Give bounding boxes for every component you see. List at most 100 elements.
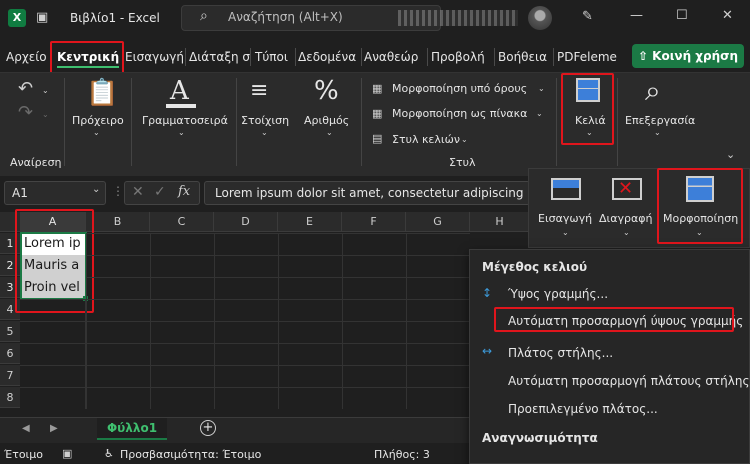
chevron-down-icon[interactable]: ⌄	[92, 184, 100, 195]
avatar[interactable]	[528, 6, 552, 30]
autofit-column-width-item[interactable]: Αυτόματη προσαρμογή πλάτους στήλης	[508, 374, 750, 388]
pen-icon[interactable]: ✎	[582, 9, 593, 24]
column-header-d[interactable]: D	[214, 212, 278, 232]
delete-x-icon: ✕	[618, 178, 634, 199]
scroll-right-icon[interactable]: ▶	[50, 423, 58, 434]
group-divider	[236, 78, 237, 166]
collapse-ribbon-icon[interactable]: ⌄	[726, 148, 735, 161]
row-height-item[interactable]: Ύψος γραμμής...	[508, 287, 608, 301]
undo-icon[interactable]: ↶	[18, 78, 33, 99]
accessibility-icon[interactable]: ♿	[104, 447, 114, 460]
column-header-f[interactable]: F	[342, 212, 406, 232]
conditional-format-icon: ▦	[372, 82, 383, 95]
name-box-value: A1	[12, 186, 28, 200]
cell-styles-icon: ▤	[372, 132, 383, 145]
tab-divider	[295, 48, 296, 66]
chevron-down-icon: ⌄	[536, 109, 543, 118]
editing-button[interactable]: Επεξεργασία	[625, 114, 695, 127]
tab-help[interactable]: Βοήθεια	[498, 50, 547, 64]
tab-divider	[361, 48, 362, 66]
group-divider	[131, 78, 132, 166]
insert-function-button[interactable]: fx	[178, 184, 190, 199]
font-button[interactable]: Γραμματοσειρά	[142, 114, 228, 127]
share-label: Κοινή χρήση	[652, 49, 739, 63]
minimize-icon[interactable]: —	[630, 8, 643, 23]
search-icon[interactable]: ⌕	[645, 74, 661, 108]
redo-icon[interactable]: ↷	[18, 102, 33, 123]
column-width-item[interactable]: Πλάτος στήλης...	[508, 346, 613, 360]
percent-icon[interactable]: %	[314, 76, 339, 106]
cell-styles-button[interactable]: Στυλ κελιών	[392, 133, 460, 146]
alignment-button[interactable]: Στοίχιση	[241, 114, 289, 127]
chevron-down-icon: ⌄	[261, 128, 268, 137]
share-icon: ⇧	[637, 49, 653, 63]
group-divider	[617, 78, 618, 166]
conditional-format-button[interactable]: Μορφοποίηση υπό όρους	[392, 82, 527, 95]
status-accessibility[interactable]: Προσβασιμότητα: Έτοιμο	[120, 448, 261, 461]
tab-insert[interactable]: Εισαγωγή	[125, 50, 184, 64]
gridlines	[86, 233, 470, 409]
row-header-8[interactable]: 8	[0, 387, 20, 408]
insert-cells-icon[interactable]	[551, 178, 581, 200]
font-color-bar	[166, 104, 196, 108]
tab-page-layout[interactable]: Διάταξη σ	[189, 50, 250, 64]
tab-divider	[494, 48, 495, 66]
column-header-g[interactable]: G	[406, 212, 470, 232]
more-icon: ⋮	[112, 184, 124, 198]
search-placeholder: Αναζήτηση (Alt+X)	[228, 10, 343, 24]
share-button[interactable]: ⇧ Κοινή χρήση	[632, 44, 744, 68]
tab-review[interactable]: Αναθεώρ	[364, 50, 418, 64]
column-header-c[interactable]: C	[150, 212, 214, 232]
row-height-icon: ↕	[482, 286, 493, 300]
chevron-down-icon[interactable]: ⌄	[42, 110, 49, 119]
tab-data[interactable]: Δεδομένα	[298, 50, 356, 64]
macro-icon[interactable]: ▣	[62, 447, 72, 460]
font-icon[interactable]: A	[170, 76, 189, 106]
formula-input[interactable]: Lorem ipsum dolor sit amet, consectetur …	[204, 181, 530, 205]
align-icon[interactable]: ≡	[250, 78, 268, 103]
sheet-tab[interactable]: Φύλλο1	[97, 418, 167, 440]
scroll-left-icon[interactable]: ◀	[22, 423, 30, 434]
tab-divider	[427, 48, 428, 66]
tab-divider	[185, 48, 186, 66]
row-header-6[interactable]: 6	[0, 343, 20, 364]
tab-view[interactable]: Προβολή	[431, 50, 485, 64]
add-sheet-icon[interactable]: +	[200, 420, 216, 436]
chevron-down-icon[interactable]: ⌄	[42, 86, 49, 95]
cancel-icon[interactable]: ✕	[132, 184, 144, 200]
undo-group-label: Αναίρεση	[10, 156, 62, 169]
column-header-e[interactable]: E	[278, 212, 342, 232]
default-width-item[interactable]: Προεπιλεγμένο πλάτος...	[508, 402, 658, 416]
row-header-7[interactable]: 7	[0, 365, 20, 386]
check-icon[interactable]: ✓	[154, 184, 166, 200]
tab-formulas[interactable]: Τύποι	[255, 50, 288, 64]
save-icon[interactable]: ▣	[36, 10, 48, 25]
close-icon[interactable]: ✕	[722, 8, 733, 23]
chevron-down-icon: ⌄	[93, 128, 100, 137]
status-count: Πλήθος: 3	[374, 448, 430, 461]
window-title: Βιβλίο1 - Excel	[70, 11, 160, 25]
maximize-icon[interactable]: ☐	[676, 8, 688, 23]
group-divider	[556, 78, 557, 166]
gridlines	[20, 299, 86, 409]
group-divider	[64, 78, 65, 166]
column-width-icon: ↔	[482, 344, 493, 358]
tab-file[interactable]: Αρχείο	[6, 50, 47, 64]
column-header-b[interactable]: B	[86, 212, 150, 232]
insert-cells-button[interactable]: Εισαγωγή	[538, 212, 592, 225]
user-name	[398, 10, 518, 26]
column-header-h[interactable]: H	[470, 212, 530, 232]
highlight-autofit-row	[494, 307, 734, 332]
row-header-5[interactable]: 5	[0, 321, 20, 342]
format-as-table-button[interactable]: Μορφοποίηση ως πίνακα	[392, 107, 527, 120]
clipboard-icon[interactable]: 📋	[86, 78, 118, 108]
number-button[interactable]: Αριθμός	[304, 114, 349, 127]
sheet-bar	[0, 417, 470, 443]
group-divider	[361, 78, 362, 166]
chevron-down-icon: ⌄	[461, 135, 468, 144]
chevron-down-icon: ⌄	[326, 128, 333, 137]
tab-pdfelement[interactable]: PDFeleme	[557, 50, 617, 64]
clipboard-button[interactable]: Πρόχειρο	[72, 114, 124, 127]
delete-cells-button[interactable]: Διαγραφή	[599, 212, 652, 225]
tab-divider	[553, 48, 554, 66]
